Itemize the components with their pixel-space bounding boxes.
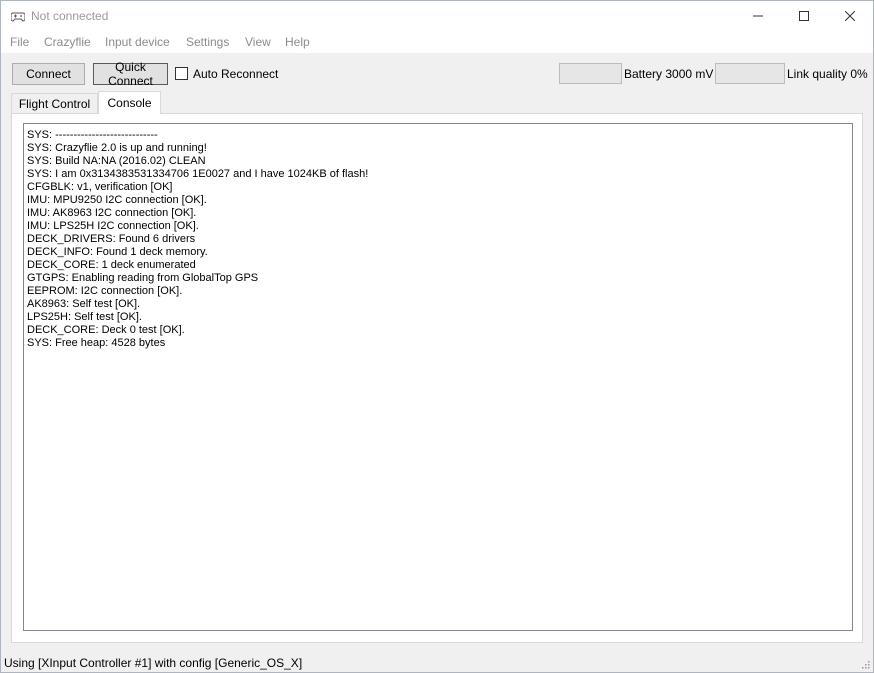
- menu-input-device[interactable]: Input device: [105, 35, 170, 49]
- console-output[interactable]: SYS: ---------------------------- SYS: Cr…: [23, 123, 853, 631]
- console-line: SYS: I am 0x3134383531334706 1E0027 and …: [27, 168, 369, 180]
- console-line: IMU: AK8963 I2C connection [OK].: [27, 207, 197, 219]
- menu-settings[interactable]: Settings: [186, 35, 229, 49]
- console-line: IMU: LPS25H I2C connection [OK].: [27, 220, 199, 232]
- close-button[interactable]: [827, 1, 873, 31]
- maximize-icon: [799, 11, 809, 21]
- console-line: IMU: MPU9250 I2C connection [OK].: [27, 194, 207, 206]
- menu-crazyflie[interactable]: Crazyflie: [44, 35, 91, 49]
- console-line: CFGBLK: v1, verification [OK]: [27, 181, 173, 193]
- link-quality-bar: [715, 63, 785, 84]
- minimize-button[interactable]: [735, 1, 781, 31]
- resize-grip-icon[interactable]: [860, 659, 870, 669]
- menu-help[interactable]: Help: [285, 35, 310, 49]
- tab-flight-control[interactable]: Flight Control: [11, 93, 98, 113]
- auto-reconnect-checkbox[interactable]: [175, 67, 188, 80]
- status-text: Using [XInput Controller #1] with config…: [4, 656, 303, 670]
- console-line: AK8963: Self test [OK].: [27, 298, 141, 310]
- link-quality-label: Link quality 0%: [787, 67, 868, 81]
- console-line: SYS: ----------------------------: [27, 129, 158, 141]
- console-line: LPS25H: Self test [OK].: [27, 311, 142, 323]
- status-bar: Using [XInput Controller #1] with config…: [1, 652, 873, 672]
- console-line: EEPROM: I2C connection [OK].: [27, 285, 183, 297]
- gamepad-icon: [10, 10, 26, 22]
- main-window: Not connected File Crazyflie Input devic…: [0, 0, 874, 673]
- window-title: Not connected: [31, 9, 109, 23]
- console-line: DECK_CORE: Deck 0 test [OK].: [27, 324, 185, 336]
- close-icon: [845, 11, 855, 21]
- console-tab-panel: SYS: ---------------------------- SYS: Cr…: [11, 113, 863, 643]
- connect-button[interactable]: Connect: [12, 63, 85, 85]
- console-line: DECK_INFO: Found 1 deck memory.: [27, 246, 208, 258]
- menu-view[interactable]: View: [245, 35, 271, 49]
- battery-label: Battery 3000 mV: [624, 67, 714, 81]
- tab-console[interactable]: Console: [98, 91, 161, 114]
- console-line: DECK_DRIVERS: Found 6 drivers: [27, 233, 196, 245]
- menu-file[interactable]: File: [10, 35, 29, 49]
- menu-bar: File Crazyflie Input device Settings Vie…: [1, 31, 873, 53]
- console-line: SYS: Build NA:NA (2016.02) CLEAN: [27, 155, 206, 167]
- console-line: SYS: Free heap: 4528 bytes: [27, 337, 166, 349]
- console-line: SYS: Crazyflie 2.0 is up and running!: [27, 142, 207, 154]
- auto-reconnect-label[interactable]: Auto Reconnect: [193, 67, 278, 81]
- console-line: DECK_CORE: 1 deck enumerated: [27, 259, 196, 271]
- connection-toolbar: Connect Quick Connect Auto Reconnect Bat…: [1, 53, 873, 93]
- console-line: GTGPS: Enabling reading from GlobalTop G…: [27, 272, 259, 284]
- title-bar[interactable]: Not connected: [1, 1, 873, 31]
- maximize-button[interactable]: [781, 1, 827, 31]
- minimize-icon: [753, 15, 763, 17]
- battery-bar: [559, 63, 622, 84]
- quick-connect-button[interactable]: Quick Connect: [93, 60, 168, 88]
